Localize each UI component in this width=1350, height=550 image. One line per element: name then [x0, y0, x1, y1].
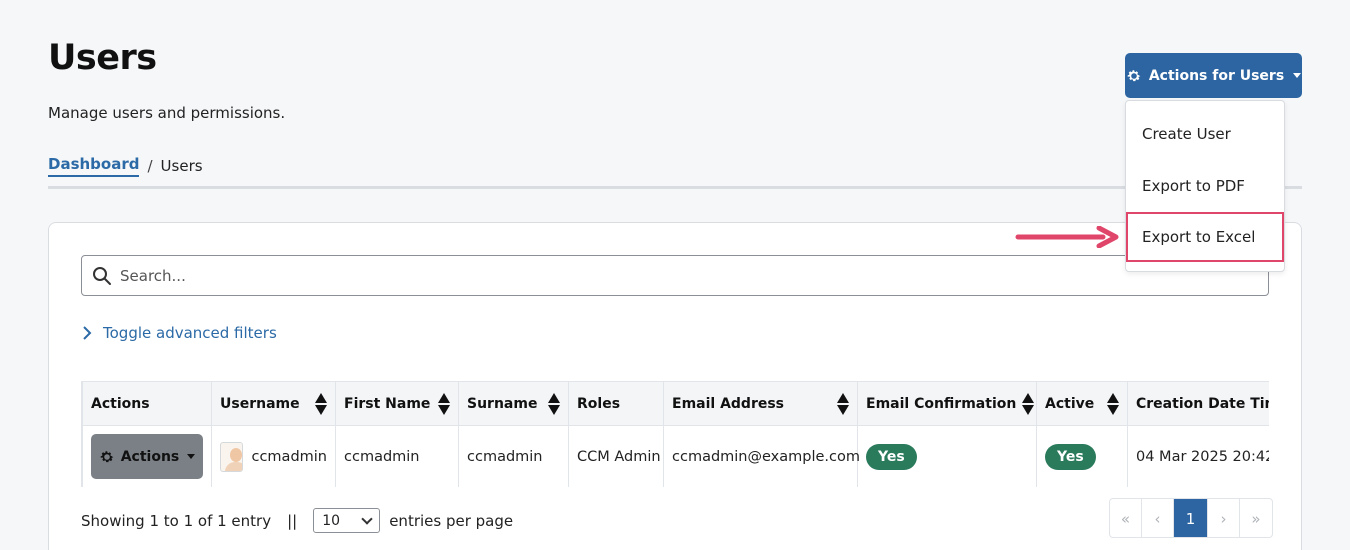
pagination-first-button[interactable]: «: [1110, 499, 1142, 537]
avatar: [220, 441, 244, 472]
sort-icon[interactable]: [548, 392, 560, 415]
pagination-page-button[interactable]: 1: [1174, 499, 1208, 537]
showing-entries-text: Showing 1 to 1 of 1 entry: [81, 511, 272, 530]
sort-icon[interactable]: [1107, 392, 1119, 415]
chevron-right-icon: [83, 326, 92, 340]
actions-for-users-label: Actions for Users: [1148, 67, 1285, 84]
column-header-creation-date: Creation Date Time: [1127, 381, 1269, 426]
table-row: Actions ccmadmin ccmadmin ccmadmin CCM A…: [82, 425, 1269, 487]
cell-roles: CCM Admin: [568, 425, 664, 487]
column-header-email[interactable]: Email Address: [663, 381, 858, 426]
sort-icon[interactable]: [315, 392, 327, 415]
cell-email: ccmadmin@example.com: [663, 425, 860, 487]
column-header-email-confirmation[interactable]: Email Confirmation: [857, 381, 1037, 426]
cell-creation-date: 04 Mar 2025 20:42:: [1127, 425, 1269, 487]
table-header-row: Actions Username First Name Surname Role…: [82, 381, 1269, 426]
page-subtitle: Manage users and permissions.: [48, 104, 286, 122]
entries-per-page-label: entries per page: [389, 511, 514, 530]
page-title: Users: [48, 38, 157, 78]
annotation-arrow-icon: [1015, 226, 1119, 248]
pagination-next-button[interactable]: ›: [1208, 499, 1240, 537]
active-badge: Yes: [1045, 443, 1096, 470]
header-divider: [48, 186, 1302, 189]
page-size-value: 10: [322, 512, 341, 529]
breadcrumb: Dashboard / Users: [48, 155, 203, 177]
breadcrumb-separator: /: [147, 157, 153, 175]
cell-surname: ccmadmin: [458, 425, 569, 487]
footer-separator: ||: [287, 511, 298, 530]
cell-first-name: ccmadmin: [335, 425, 459, 487]
toggle-advanced-filters-label: Toggle advanced filters: [103, 324, 277, 342]
row-actions-label: Actions: [120, 448, 180, 465]
column-header-actions: Actions: [82, 381, 212, 426]
column-header-active[interactable]: Active: [1036, 381, 1128, 426]
gear-icon: [1127, 69, 1141, 81]
sort-icon[interactable]: [438, 392, 450, 415]
column-header-username[interactable]: Username: [211, 381, 336, 426]
pagination-last-button[interactable]: »: [1240, 499, 1272, 537]
column-header-roles: Roles: [568, 381, 664, 426]
table-footer-info: Showing 1 to 1 of 1 entry || 10 entries …: [81, 508, 513, 533]
pagination-prev-button[interactable]: ‹: [1142, 499, 1174, 537]
row-actions-button[interactable]: Actions: [91, 434, 203, 479]
actions-dropdown-menu: Create User Export to PDF Export to Exce…: [1125, 100, 1285, 272]
caret-down-icon: [1293, 73, 1302, 78]
pagination: « ‹ 1 › »: [1109, 498, 1273, 538]
gear-icon: [100, 450, 114, 462]
cell-username: ccmadmin: [251, 448, 327, 465]
menu-item-export-excel[interactable]: Export to Excel: [1126, 212, 1284, 262]
email-confirmed-badge: Yes: [866, 443, 917, 470]
sort-icon[interactable]: [837, 392, 849, 415]
chevron-down-icon: [361, 512, 373, 525]
page-size-select[interactable]: 10: [313, 508, 381, 533]
menu-item-export-pdf[interactable]: Export to PDF: [1126, 161, 1284, 211]
column-header-surname[interactable]: Surname: [458, 381, 569, 426]
sort-icon[interactable]: [1022, 392, 1035, 415]
actions-for-users-button[interactable]: Actions for Users: [1125, 53, 1302, 98]
search-box[interactable]: [81, 255, 1269, 296]
search-icon: [93, 267, 111, 285]
caret-down-icon: [187, 454, 196, 459]
column-header-first-name[interactable]: First Name: [335, 381, 459, 426]
breadcrumb-dashboard-link[interactable]: Dashboard: [48, 155, 140, 177]
users-table: Actions Username First Name Surname Role…: [82, 381, 1269, 487]
breadcrumb-current: Users: [160, 157, 203, 175]
toggle-advanced-filters[interactable]: Toggle advanced filters: [81, 324, 277, 342]
menu-item-create-user[interactable]: Create User: [1126, 109, 1284, 159]
search-input[interactable]: [120, 266, 1268, 285]
users-table-wrapper: Actions Username First Name Surname Role…: [81, 381, 1269, 487]
